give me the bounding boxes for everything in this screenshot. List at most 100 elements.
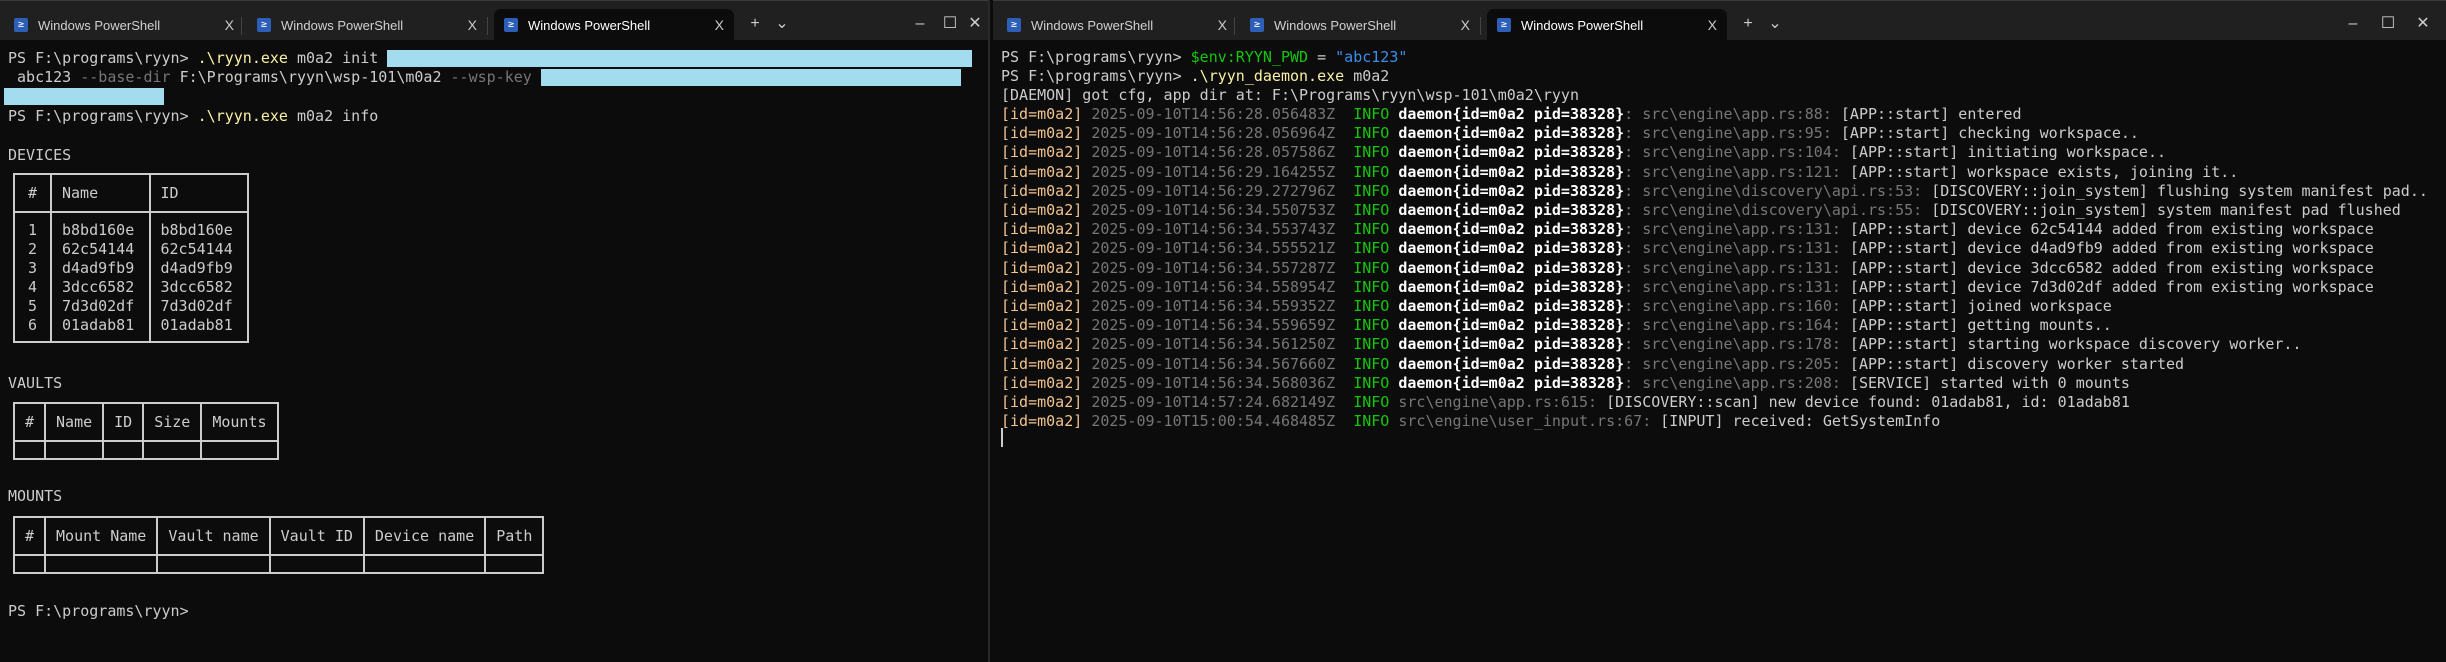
- device-name-cell: b8bd160e 62c54144 d4ad9fb9 3dcc6582 7d3d02df…: [50, 211, 151, 343]
- empty-cell: [142, 440, 203, 460]
- log-level: INFO: [1353, 201, 1390, 219]
- log-id: [id=m0a2]: [1001, 277, 1083, 296]
- log-line: [id=m0a2] 2025-09-10T14:56:28.056483Z IN…: [1001, 105, 2022, 124]
- log-source: : src\engine\app.rs:160:: [1624, 297, 1841, 315]
- log-source: : src\engine\app.rs:208:: [1624, 373, 1841, 392]
- tab-label: Windows PowerShell: [1521, 17, 1644, 33]
- tab-divider: [1480, 17, 1481, 35]
- redacted-text: [4, 88, 164, 105]
- powershell-icon: ≥: [1250, 18, 1264, 32]
- log-line: [id=m0a2] 2025-09-10T14:56:34.550753Z IN…: [1001, 201, 2401, 220]
- tab-close-icon[interactable]: X: [468, 17, 477, 33]
- column-header: Vault name: [156, 516, 271, 556]
- table-cell: b8bd160e: [62, 221, 135, 239]
- log-level: INFO: [1353, 297, 1390, 315]
- log-timestamp: 2025-09-10T14:56:34.559352Z: [1091, 297, 1336, 315]
- log-timestamp: 2025-09-10T14:56:34.555521Z: [1091, 239, 1336, 258]
- tab-close-icon[interactable]: X: [225, 17, 234, 33]
- redacted-text: [387, 50, 973, 67]
- tab-powershell-3[interactable]: ≥ Windows PowerShell X: [494, 9, 734, 41]
- log-id: [id=m0a2]: [1001, 373, 1083, 392]
- command-line-init-cont: abc123 --base-dir F:\Programs\ryyn\wsp-1…: [8, 68, 961, 87]
- log-source: : src\engine\app.rs:131:: [1624, 220, 1841, 239]
- maximize-button[interactable]: ☐: [2373, 11, 2403, 37]
- tab-powershell-1[interactable]: ≥ Windows PowerShell X: [4, 9, 244, 41]
- log-span: daemon{id=m0a2 pid=38328}: [1398, 220, 1625, 239]
- log-line: [id=m0a2] 2025-09-10T14:56:34.558954Z IN…: [1001, 278, 2374, 297]
- empty-cell: [200, 440, 279, 460]
- log-message: [SERVICE] started with 0 mounts: [1840, 373, 2130, 392]
- log-timestamp: 2025-09-10T14:56:34.557287Z: [1091, 258, 1336, 277]
- tab-divider: [487, 17, 488, 35]
- log-timestamp: 2025-09-10T14:56:34.567660Z: [1091, 354, 1336, 373]
- log-span: daemon{id=m0a2 pid=38328}: [1398, 277, 1625, 296]
- log-level: INFO: [1353, 335, 1390, 354]
- log-line: [id=m0a2] 2025-09-10T14:57:24.682149Z IN…: [1001, 393, 2130, 412]
- table-cell: 01adab81: [160, 316, 233, 334]
- tab-powershell-2[interactable]: ≥ Windows PowerShell X: [1240, 9, 1480, 41]
- log-message: [APP::start] device 7d3d02df added from …: [1840, 277, 2374, 296]
- column-header: Vault ID: [268, 516, 365, 556]
- tab-powershell-2[interactable]: ≥ Windows PowerShell X: [247, 9, 487, 41]
- empty-cell: [484, 554, 545, 574]
- log-timestamp: 2025-09-10T14:56:28.056964Z: [1091, 124, 1336, 143]
- log-message: [APP::start] starting workspace discover…: [1840, 335, 2302, 354]
- log-span: daemon{id=m0a2 pid=38328}: [1398, 373, 1625, 392]
- log-message: [APP::start] joined workspace: [1840, 297, 2112, 315]
- tab-dropdown-button[interactable]: ⌄: [770, 11, 794, 37]
- tab-label: Windows PowerShell: [281, 17, 404, 33]
- log-id: [id=m0a2]: [1001, 105, 1083, 123]
- log-source: src\engine\app.rs:615:: [1398, 393, 1598, 411]
- log-timestamp: 2025-09-10T14:56:34.559659Z: [1091, 316, 1336, 335]
- mounts-table: # Mount Name Vault name Vault ID Device name…: [12, 516, 545, 574]
- tab-label: Windows PowerShell: [1274, 17, 1397, 33]
- log-source: : src\engine\app.rs:95:: [1624, 124, 1832, 143]
- log-line: [id=m0a2] 2025-09-10T14:56:34.559659Z IN…: [1001, 316, 2112, 335]
- close-button[interactable]: ✕: [2408, 11, 2438, 37]
- log-line: [id=m0a2] 2025-09-10T14:56:34.568036Z IN…: [1001, 374, 2130, 393]
- new-tab-button[interactable]: +: [740, 11, 770, 37]
- log-span: daemon{id=m0a2 pid=38328}: [1398, 143, 1625, 162]
- table-cell: 3dcc6582: [160, 278, 233, 296]
- log-span: daemon{id=m0a2 pid=38328}: [1398, 124, 1625, 143]
- tab-divider: [1234, 17, 1235, 35]
- log-message: [DISCOVERY::join_system] flushing system…: [1922, 181, 2428, 200]
- log-span: daemon{id=m0a2 pid=38328}: [1398, 297, 1625, 315]
- log-source: : src\engine\app.rs:131:: [1624, 239, 1841, 258]
- minimize-button[interactable]: –: [2338, 11, 2368, 37]
- log-id: [id=m0a2]: [1001, 201, 1083, 219]
- table-cell: 62c54144: [160, 240, 233, 258]
- tab-close-icon[interactable]: X: [715, 17, 724, 33]
- terminal-window-right: ≥ Windows PowerShell X ≥ Windows PowerShell X…: [993, 0, 2446, 662]
- log-id: [id=m0a2]: [1001, 354, 1083, 373]
- tab-close-icon[interactable]: X: [1708, 17, 1717, 33]
- log-level: INFO: [1353, 258, 1390, 277]
- log-id: [id=m0a2]: [1001, 181, 1083, 200]
- log-id: [id=m0a2]: [1001, 316, 1083, 335]
- minimize-button[interactable]: –: [905, 11, 935, 37]
- table-cell: d4ad9fb9: [160, 259, 233, 277]
- close-button[interactable]: ✕: [960, 11, 988, 37]
- tab-powershell-3[interactable]: ≥ Windows PowerShell X: [1487, 9, 1727, 41]
- devices-title: DEVICES: [8, 146, 72, 164]
- log-level: INFO: [1353, 162, 1390, 181]
- tab-close-icon[interactable]: X: [1218, 17, 1227, 33]
- tab-close-icon[interactable]: X: [1461, 17, 1470, 33]
- log-span: daemon{id=m0a2 pid=38328}: [1398, 335, 1625, 354]
- log-id: [id=m0a2]: [1001, 393, 1083, 411]
- log-span: daemon{id=m0a2 pid=38328}: [1398, 258, 1625, 277]
- column-header: Mount Name: [44, 516, 159, 556]
- log-source: src\engine\user_input.rs:67:: [1398, 412, 1652, 431]
- log-level: INFO: [1353, 412, 1390, 431]
- table-cell: 3: [27, 259, 38, 277]
- log-source: : src\engine\app.rs:104:: [1624, 143, 1841, 162]
- vaults-title: VAULTS: [8, 374, 63, 392]
- new-tab-button[interactable]: +: [1733, 11, 1763, 37]
- tab-powershell-1[interactable]: ≥ Windows PowerShell X: [997, 9, 1237, 41]
- tab-dropdown-button[interactable]: ⌄: [1763, 11, 1787, 37]
- log-timestamp: 2025-09-10T14:56:34.561250Z: [1091, 335, 1336, 354]
- log-source: : src\engine\app.rs:131:: [1624, 277, 1841, 296]
- log-message: [APP::start] entered: [1831, 105, 2022, 123]
- log-level: INFO: [1353, 143, 1390, 162]
- log-span: daemon{id=m0a2 pid=38328}: [1398, 105, 1625, 123]
